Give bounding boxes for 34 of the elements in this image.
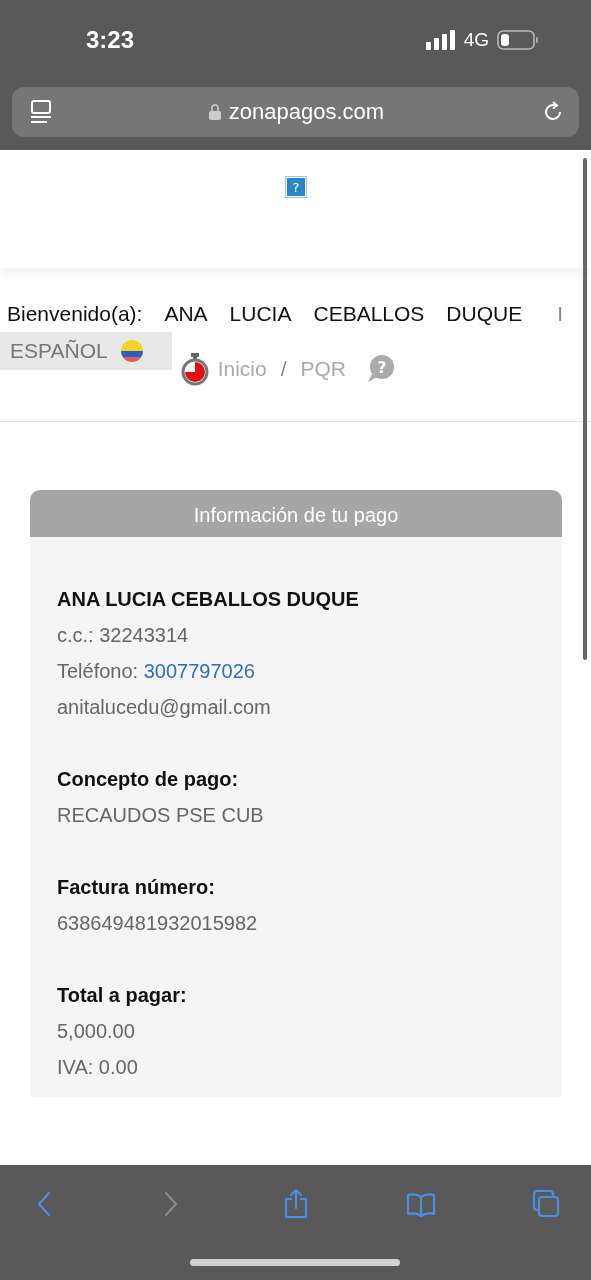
broken-image-icon: ? <box>284 176 307 198</box>
field-value: 638649481932015982 <box>57 911 259 936</box>
breadcrumb-separator: / <box>280 357 287 381</box>
separator-text: I <box>557 302 563 326</box>
clock-time: 3:23 <box>86 26 135 54</box>
user-name: CEBALLOS <box>313 302 425 326</box>
flag-icon <box>119 339 144 363</box>
battery-icon <box>497 30 539 50</box>
url-text: zonapagos.com <box>208 99 385 125</box>
field-value: c.c.: 32243314 <box>57 623 190 648</box>
breadcrumb-link[interactable]: Inicio <box>217 357 267 381</box>
network-label: 4G <box>463 29 489 51</box>
stopwatch-icon <box>179 352 210 386</box>
language-button[interactable]: ESPAÑOL <box>0 332 172 370</box>
section-heading: Factura número: <box>57 875 216 900</box>
field-label: Teléfono: <box>57 660 139 682</box>
section-heading: Concepto de pago: <box>57 767 240 792</box>
field-value: anitalucedu@gmail.com <box>57 695 272 720</box>
user-name: ANA <box>164 302 208 326</box>
breadcrumb-link[interactable]: PQR <box>300 357 347 381</box>
card-header: Información de tu pago <box>30 490 562 537</box>
reader-icon[interactable] <box>30 100 52 124</box>
field-value: IVA: 0.00 <box>57 1055 139 1080</box>
welcome-label: Bienvenido(a): <box>7 302 143 326</box>
section-heading: Total a pagar: <box>57 983 188 1008</box>
user-name: LUCIA <box>229 302 292 326</box>
section-heading: ANA LUCIA CEBALLOS DUQUE <box>57 587 360 612</box>
field-value: RECAUDOS PSE CUB <box>57 803 265 828</box>
signal-icon <box>425 30 456 50</box>
user-name: DUQUE <box>446 302 523 326</box>
phone-link[interactable]: 3007797026 <box>143 660 255 682</box>
address-bar[interactable]: zonapagos.com <box>12 87 579 137</box>
field-value: 5,000.00 <box>57 1019 136 1044</box>
lock-icon <box>208 104 221 120</box>
